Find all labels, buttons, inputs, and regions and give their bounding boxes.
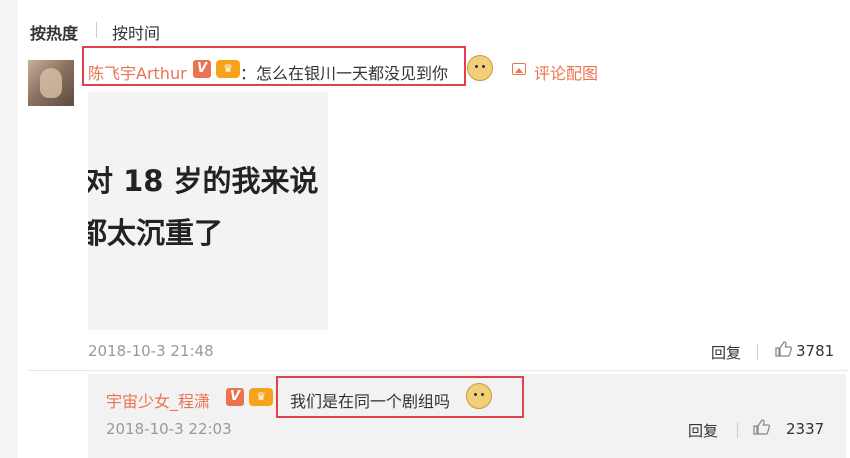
verified-badge-icon: V (226, 388, 244, 406)
fan-crown-icon: ♛ (249, 388, 273, 406)
comment-text: ：怎么在银川一天都没见到你 (240, 64, 449, 83)
tab-divider (96, 22, 97, 38)
comment-timestamp: 2018-10-3 21:48 (88, 342, 214, 360)
thumbs-up-icon[interactable] (752, 418, 770, 436)
image-text-line: 对 18 岁的我来说 (88, 164, 319, 198)
divider (28, 370, 848, 371)
cat-emoji-icon (466, 383, 492, 409)
verified-badge-icon: V (193, 60, 211, 78)
thumbs-up-icon[interactable] (774, 340, 792, 358)
action-divider (757, 344, 758, 360)
sort-by-time-tab[interactable]: 按时间 (112, 20, 160, 44)
avatar[interactable] (28, 60, 74, 106)
comment-username[interactable]: 陈飞宇Arthur (88, 60, 187, 84)
sort-by-hot-tab[interactable]: 按热度 (30, 20, 78, 44)
like-count: 3781 (796, 342, 835, 360)
reply-timestamp: 2018-10-3 22:03 (106, 420, 232, 438)
fan-crown-icon: ♛ (216, 60, 240, 78)
reply-username[interactable]: 宇宙少女_程潇 (106, 388, 210, 412)
comment-image[interactable]: 对 18 岁的我来说 都太沉重了 (88, 92, 328, 330)
reply-button[interactable]: 回复 (688, 420, 718, 441)
comment-image-link[interactable]: 评论配图 (534, 60, 598, 84)
doge-emoji-icon (467, 55, 493, 81)
reply-text: 我们是在同一个剧组吗 (290, 392, 451, 411)
reply-button[interactable]: 回复 (711, 342, 741, 363)
action-divider (737, 422, 738, 438)
like-count: 2337 (786, 420, 825, 438)
image-text-line: 都太沉重了 (88, 216, 224, 250)
image-icon[interactable] (512, 63, 526, 75)
